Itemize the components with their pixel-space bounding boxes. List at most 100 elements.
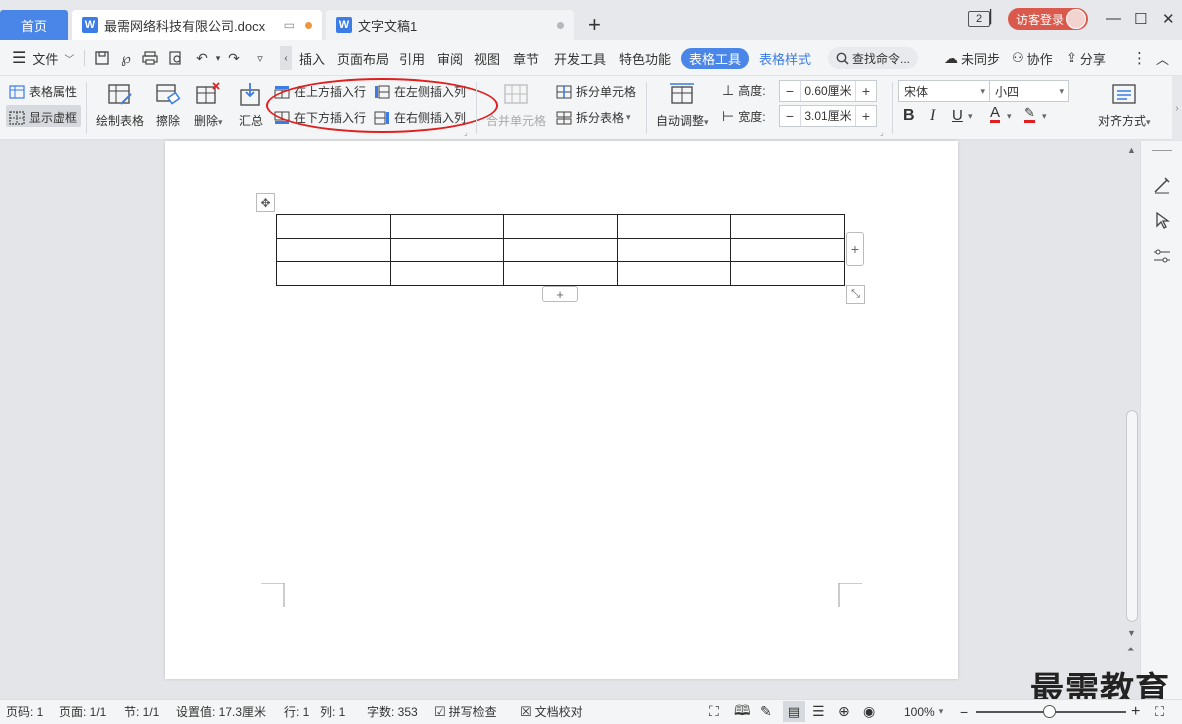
height-spinner[interactable]: − 0.60厘米 +: [779, 80, 877, 102]
font-size-select[interactable]: 小四 ▾: [989, 80, 1069, 102]
table-cell[interactable]: [616, 237, 732, 263]
menu-reference[interactable]: 引用: [399, 40, 425, 76]
web-view-icon[interactable]: ⊕: [838, 699, 850, 724]
bold-icon[interactable]: B: [903, 107, 915, 125]
sync-button[interactable]: ☁ 未同步: [944, 40, 1000, 76]
reading-mode-icon[interactable]: 🕮: [734, 699, 751, 724]
collab-button[interactable]: ⚇ 协作: [1012, 40, 1053, 76]
table-cell[interactable]: [276, 261, 391, 286]
doc-proof-button[interactable]: ☒ 文档校对: [520, 699, 583, 724]
add-row-button[interactable]: +: [542, 286, 578, 302]
prev-page-icon[interactable]: ⏶: [1127, 644, 1134, 655]
tab-table-style[interactable]: 表格样式: [759, 40, 811, 76]
font-color-dropdown-icon[interactable]: ▾: [1007, 111, 1012, 122]
menu-special[interactable]: 特色功能: [619, 40, 671, 76]
status-pages[interactable]: 页面: 1/1: [59, 699, 106, 724]
add-column-button[interactable]: +: [846, 232, 864, 266]
draw-table-button[interactable]: 绘制表格: [96, 82, 144, 129]
table-cell[interactable]: [276, 237, 391, 263]
login-button[interactable]: 访客登录: [1008, 8, 1088, 30]
format-painter-icon[interactable]: ℘: [116, 48, 136, 68]
auto-fit-button[interactable]: 自动调整▾: [656, 82, 709, 129]
menu-insert[interactable]: 插入: [299, 40, 325, 76]
fit-page-icon[interactable]: ⛶: [1155, 699, 1164, 724]
table-cell[interactable]: [389, 237, 505, 263]
tab-table-tools[interactable]: 表格工具: [681, 48, 749, 69]
status-page-number[interactable]: 页码: 1: [6, 699, 43, 724]
table-cell[interactable]: [503, 214, 618, 239]
width-value[interactable]: 3.01厘米: [800, 106, 856, 126]
table-cell[interactable]: [616, 261, 732, 286]
menu-view[interactable]: 视图: [474, 40, 500, 76]
scroll-down-icon[interactable]: ▼: [1127, 628, 1136, 638]
underline-dropdown-icon[interactable]: ▾: [968, 111, 973, 122]
height-increase-button[interactable]: +: [856, 81, 876, 101]
print-preview-icon[interactable]: [166, 48, 186, 68]
table-move-icon[interactable]: ✥: [256, 193, 275, 212]
more-icon[interactable]: ⋮: [1132, 40, 1147, 76]
save-icon[interactable]: [92, 48, 112, 68]
table-properties-button[interactable]: 表格属性: [9, 83, 77, 100]
width-decrease-button[interactable]: −: [780, 106, 800, 126]
redo-icon[interactable]: ↷: [224, 48, 244, 68]
maximize-icon[interactable]: ☐: [1134, 10, 1147, 28]
menu-page-layout[interactable]: 页面布局: [337, 40, 389, 76]
spell-check-button[interactable]: ☑ 拼写检查: [434, 699, 497, 724]
alignment-button[interactable]: 对齐方式▾: [1098, 82, 1151, 129]
menu-review[interactable]: 审阅: [437, 40, 463, 76]
print-icon[interactable]: [140, 48, 160, 68]
window-count-badge[interactable]: 2: [968, 11, 990, 27]
file-menu[interactable]: ☰ 文件 ﹀: [12, 40, 74, 76]
delete-button[interactable]: 删除▾: [194, 82, 223, 129]
font-name-select[interactable]: 宋体 ▾: [898, 80, 990, 102]
cursor-select-icon[interactable]: [1152, 210, 1172, 230]
ribbon-scroll-right-icon[interactable]: ›: [1172, 76, 1182, 140]
tab-close-dot-icon[interactable]: [557, 21, 564, 29]
tab-second-document[interactable]: W 文字文稿1: [326, 10, 574, 40]
tab-home[interactable]: 首页: [0, 10, 68, 40]
status-section[interactable]: 节: 1/1: [124, 699, 159, 724]
zoom-in-icon[interactable]: +: [1131, 699, 1140, 724]
width-increase-button[interactable]: +: [856, 106, 876, 126]
status-col[interactable]: 列: 1: [320, 699, 345, 724]
document-table[interactable]: [276, 214, 845, 286]
highlight-pen-icon[interactable]: ✎: [1024, 106, 1035, 123]
table-resize-icon[interactable]: ⤡: [846, 285, 865, 304]
font-color-icon[interactable]: A: [990, 105, 1001, 123]
status-row[interactable]: 行: 1: [284, 699, 309, 724]
table-cell[interactable]: [389, 261, 505, 286]
table-cell[interactable]: [276, 214, 391, 239]
settings-sliders-icon[interactable]: [1152, 246, 1172, 266]
new-tab-plus-icon[interactable]: +: [588, 12, 601, 38]
height-value[interactable]: 0.60厘米: [800, 81, 856, 101]
italic-icon[interactable]: I: [930, 107, 935, 125]
summary-button[interactable]: 汇总: [238, 82, 264, 129]
zoom-out-icon[interactable]: −: [960, 699, 968, 724]
menu-chapter[interactable]: 章节: [513, 40, 539, 76]
height-decrease-button[interactable]: −: [780, 81, 800, 101]
edit-mode-icon[interactable]: ✎: [760, 699, 772, 724]
highlight-dropdown-icon[interactable]: ▾: [1042, 111, 1047, 122]
outline-view-icon[interactable]: ☰: [812, 699, 825, 724]
scroll-up-icon[interactable]: ▲: [1127, 145, 1136, 155]
dialog-launcher-icon[interactable]: ⌟: [880, 128, 884, 137]
table-cell[interactable]: [389, 214, 505, 239]
page-view-icon[interactable]: ▤: [783, 701, 805, 722]
tab-active-document[interactable]: W 最需网络科技有限公司.docx ▭: [72, 10, 322, 40]
edit-pen-icon[interactable]: [1152, 175, 1172, 195]
underline-icon[interactable]: U: [952, 107, 963, 124]
table-cell[interactable]: [503, 237, 618, 263]
dialog-launcher-icon[interactable]: ⌟: [464, 128, 468, 137]
merge-cells-button[interactable]: 合并单元格: [486, 82, 546, 129]
status-setting-value[interactable]: 设置值: 17.3厘米: [176, 699, 266, 724]
table-cell[interactable]: [503, 261, 618, 286]
minimize-icon[interactable]: —: [1106, 10, 1121, 27]
table-cell[interactable]: [730, 237, 845, 263]
erase-button[interactable]: 擦除: [155, 82, 181, 129]
width-spinner[interactable]: − 3.01厘米 +: [779, 105, 877, 127]
search-command-input[interactable]: 查找命令...: [828, 47, 918, 69]
table-cell[interactable]: [616, 214, 732, 239]
zoom-level[interactable]: 100% ▾: [904, 699, 943, 724]
table-cell[interactable]: [730, 214, 845, 239]
show-gridlines-button[interactable]: 显示虚框: [9, 109, 77, 126]
